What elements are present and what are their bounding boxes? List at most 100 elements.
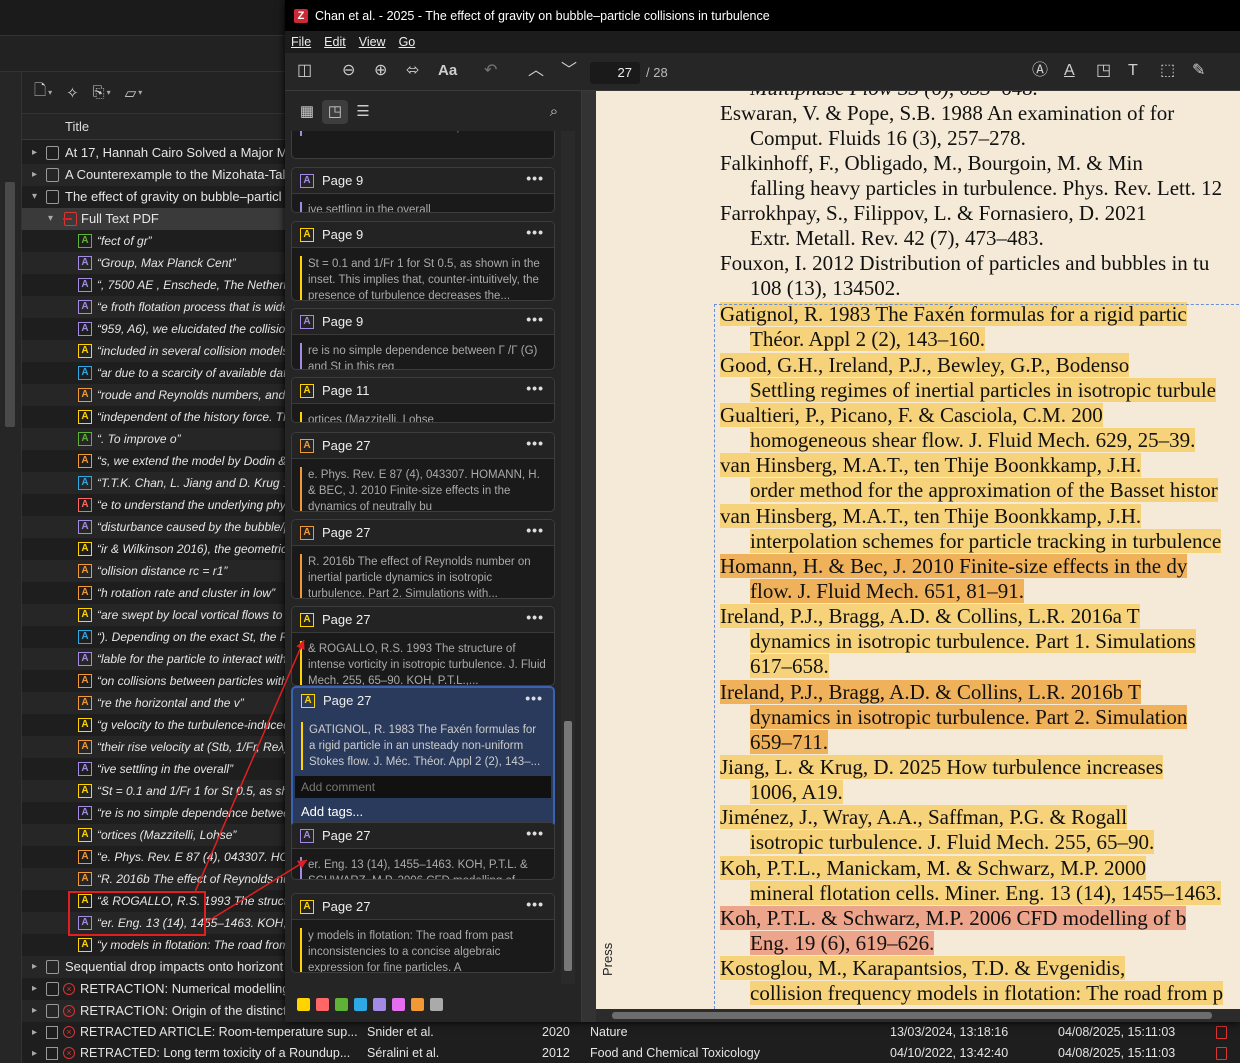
library-row[interactable]: A “re is no simple dependence betweer (22, 802, 290, 824)
add-attachment-button[interactable]: ⎘ ▾ (93, 84, 111, 101)
library-row[interactable]: A “their rise velocity at (Stb, 1/Fr, Reλ… (22, 736, 290, 758)
library-row[interactable]: A “Group, Max Planck Cent” (22, 252, 290, 274)
reference-entry[interactable]: Fouxon, I. 2012 Distribution of particle… (720, 251, 1209, 301)
more-options-icon[interactable]: ••• (526, 609, 544, 625)
color-filter-swatch[interactable] (373, 998, 386, 1011)
library-row[interactable]: A “disturbance caused by the bubble/p (22, 516, 290, 538)
library-row[interactable]: A “re the horizontal and the v” (22, 692, 290, 714)
menu-go[interactable]: Go (399, 35, 416, 49)
zoom-out-icon[interactable]: ⊖ (342, 62, 355, 80)
annotation-card[interactable]: A Page 27 ••• & ROGALLO, R.S. 1993 The stru… (291, 606, 555, 686)
library-row[interactable]: ▸ × RETRACTION: Numerical modelling o (22, 978, 290, 1000)
library-row[interactable]: A “fect of gr” (22, 230, 290, 252)
library-row[interactable]: ▸ At 17, Hannah Cairo Solved a Major M (22, 142, 290, 164)
library-row[interactable]: A “T.T.K. Chan, L. Jiang and D. Krug 1. (22, 472, 290, 494)
color-filter-swatch[interactable] (335, 998, 348, 1011)
expand-chevron-icon[interactable]: ▸ (32, 978, 37, 1000)
add-comment-input[interactable]: Add comment (295, 776, 551, 798)
library-row[interactable]: A “lable for the particle to interact wit… (22, 648, 290, 670)
library-row[interactable]: A “. To improve o” (22, 428, 290, 450)
more-options-icon[interactable]: ••• (526, 224, 544, 240)
area-tool-icon[interactable]: ⬚ (1160, 62, 1175, 80)
new-item-button[interactable]: 🗋 ▾ (34, 80, 52, 105)
pdf-attachment-icon[interactable] (1216, 1047, 1227, 1060)
expand-chevron-icon[interactable]: ▸ (32, 142, 37, 164)
reference-entry[interactable]: Eswaran, V. & Pope, S.B. 1988 An examina… (720, 101, 1174, 151)
library-row[interactable]: A “ortices (Mazzitelli, Lohse” (22, 824, 290, 846)
next-page-icon[interactable]: ﹀ (561, 62, 577, 80)
library-row[interactable]: ▸ A Counterexample to the Mizohata-Tal (22, 164, 290, 186)
annotation-card[interactable]: A Page 27 ••• er. Eng. 13 (14), 1455–1463. … (291, 822, 555, 880)
color-filter-swatch[interactable] (430, 998, 443, 1011)
annotation-card[interactable]: A Page 9 ••• re is no simple dependence bet… (291, 308, 555, 370)
more-options-icon[interactable]: ••• (526, 311, 544, 327)
library-row[interactable]: A “ive settling in the overall” (22, 758, 290, 780)
expand-chevron-icon[interactable]: ▸ (32, 1043, 37, 1063)
menu-edit[interactable]: Edit (324, 35, 346, 49)
undo-icon[interactable]: ↶ (484, 62, 497, 80)
more-options-icon[interactable]: ••• (526, 170, 544, 186)
annotation-card[interactable]: A Page 27 ••• e. Phys. Rev. E 87 (4), 04330… (291, 432, 555, 512)
color-filter-swatch[interactable] (411, 998, 424, 1011)
annotation-card[interactable]: A Page 27 ••• y models in flotation: The ro… (291, 893, 555, 973)
annotation-card[interactable]: A Page 9 ••• St = 0.1 and 1/Fr 1 for St 0.5… (291, 221, 555, 301)
library-row[interactable]: A “). Depending on the exact St, the RD (22, 626, 290, 648)
expand-chevron-icon[interactable]: ▸ (32, 1000, 37, 1022)
library-row[interactable]: A “, 7500 AE , Enschede, The Netherlan (22, 274, 290, 296)
annotation-card[interactable]: A Page 9 ••• ive settling in the overall (291, 167, 555, 213)
more-options-icon[interactable]: ••• (526, 825, 544, 841)
text-tool-icon[interactable]: T (1128, 62, 1138, 80)
library-row[interactable]: A “independent of the history force. Th (22, 406, 290, 428)
expand-chevron-icon[interactable]: ▸ (32, 164, 37, 186)
library-row[interactable]: A “& ROGALLO, R.S. 1993 The structur (22, 890, 290, 912)
expand-chevron-icon[interactable]: ▸ (32, 956, 37, 978)
fit-page-icon[interactable]: ⬄ (406, 62, 419, 80)
library-row[interactable]: A “ollision distance rc = r1” (22, 560, 290, 582)
library-row[interactable]: A “R. 2016b The effect of Reynolds nur (22, 868, 290, 890)
outline-tab-icon[interactable]: ☰ (350, 100, 376, 124)
library-row[interactable]: A “g velocity to the turbulence-induced (22, 714, 290, 736)
library-row[interactable]: A “ir & Wilkinson 2016), the geometric (22, 538, 290, 560)
color-filter-swatch[interactable] (316, 998, 329, 1011)
annotation-card[interactable]: A Page 27 ••• GATIGNOL, R. 1983 The Faxén f… (291, 686, 555, 828)
more-options-icon[interactable]: ••• (526, 380, 544, 396)
library-row[interactable]: A “y models in flotation: The road from (22, 934, 290, 956)
reference-entry[interactable]: Falkinhoff, F., Obligado, M., Bourgoin, … (720, 151, 1222, 201)
new-note-button[interactable]: ▱ ▾ (125, 84, 143, 102)
collections-scrollbar[interactable] (5, 182, 15, 427)
zoom-in-icon[interactable]: ⊕ (374, 62, 387, 80)
library-row[interactable]: ▸ × RETRACTION: Origin of the distinct s (22, 1000, 290, 1022)
library-row[interactable]: ▾ The effect of gravity on bubble–particl (22, 186, 290, 208)
page-number-input[interactable]: 27 (590, 62, 640, 84)
collapse-chevron-icon[interactable]: ▾ (48, 208, 53, 230)
toggle-sidebar-icon[interactable]: ◫ (297, 62, 312, 80)
highlight-tool-icon[interactable]: Ⓐ (1032, 62, 1048, 80)
annotation-list-scroll-thumb[interactable] (564, 721, 572, 971)
color-filter-swatch[interactable] (392, 998, 405, 1011)
color-filter-swatch[interactable] (297, 998, 310, 1011)
library-row[interactable]: A “h rotation rate and cluster in low” (22, 582, 290, 604)
annotation-card[interactable]: 04) is O(0.1) (Jiang & Krug 2025). As de… (291, 131, 555, 159)
more-options-icon[interactable]: ••• (525, 690, 543, 706)
underline-tool-icon[interactable]: A (1064, 62, 1075, 80)
pdf-attachment-icon[interactable] (1216, 1026, 1227, 1039)
collapse-chevron-icon[interactable]: ▾ (32, 186, 37, 208)
font-size-icon[interactable]: Aa (438, 62, 457, 80)
library-row[interactable]: A “e. Phys. Rev. E 87 (4), 043307. HOM (22, 846, 290, 868)
reference-entry[interactable]: Farrokhpay, S., Filippov, L. & Fornasier… (720, 201, 1147, 251)
library-row[interactable]: A “959, A6), we elucidated the collision (22, 318, 290, 340)
menu-file[interactable]: File (291, 35, 311, 49)
thumbnails-tab-icon[interactable]: ▦ (294, 100, 320, 124)
library-row[interactable]: A “St = 0.1 and 1/Fr 1 for St 0.5, as sho (22, 780, 290, 802)
library-row[interactable]: ▾ Full Text PDF (22, 208, 290, 230)
more-options-icon[interactable]: ••• (526, 435, 544, 451)
more-options-icon[interactable]: ••• (526, 896, 544, 912)
library-row[interactable]: A “are swept by local vortical flows to p (22, 604, 290, 626)
menu-view[interactable]: View (359, 35, 386, 49)
note-tool-icon[interactable]: ◳ (1096, 62, 1111, 80)
pdf-horizontal-scroll-thumb[interactable] (612, 1012, 1212, 1019)
library-bottom-row[interactable]: ▸ × RETRACTED: Long term toxicity of a Rou… (0, 1043, 1240, 1063)
pdf-page[interactable]: Multiphase Flow 33 (6), 633–648.Eswaran,… (596, 91, 1240, 1009)
annotation-card[interactable]: A Page 11 ••• ortices (Mazzitelli, Lohse (291, 377, 555, 423)
column-header-title[interactable]: Title (22, 114, 290, 140)
